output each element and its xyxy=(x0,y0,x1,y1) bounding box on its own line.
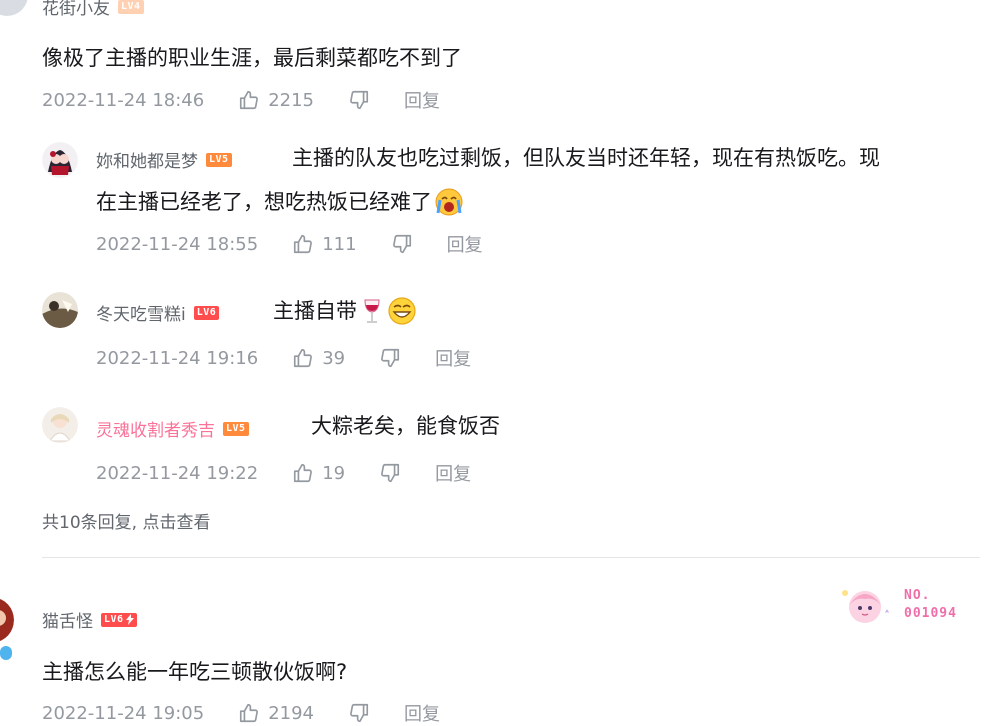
comment-date: 2022-11-24 18:46 xyxy=(42,89,205,111)
fan-badge: NO. 001094 xyxy=(836,583,957,627)
reply-text: 主播自带 xyxy=(273,294,417,328)
username[interactable]: 猫舌怪 xyxy=(42,607,93,632)
dislike-button[interactable] xyxy=(379,347,401,369)
reply-header: 妳和她都是梦 LV5 xyxy=(96,147,232,172)
comment-text: 主播怎么能一年吃三顿散伙饭啊? xyxy=(42,660,348,684)
comment-text: 像极了主播的职业生涯，最后剩菜都吃不到了 xyxy=(42,46,462,70)
comment-header: 猫舌怪 LV6 xyxy=(42,607,137,632)
username[interactable]: 冬天吃雪糕i xyxy=(96,300,186,325)
fan-badge-number: 001094 xyxy=(904,606,957,621)
thumbs-down-icon xyxy=(350,90,369,110)
thumbs-up-icon xyxy=(294,234,313,254)
like-button[interactable]: 111 xyxy=(292,233,357,255)
reply-date: 2022-11-24 18:55 xyxy=(96,233,259,255)
thumbs-up-icon xyxy=(294,348,313,368)
reply-date: 2022-11-24 19:22 xyxy=(96,462,259,484)
dislike-button[interactable] xyxy=(391,233,413,255)
like-count: 19 xyxy=(322,462,346,484)
reply-text-line-2: 在主播已经老了，想吃热饭已经难了 xyxy=(96,185,464,219)
reply-header: 灵魂收割者秀吉 LV5 xyxy=(96,416,249,441)
reply-meta: 2022-11-24 19:22 19 回复 xyxy=(96,460,471,486)
level-badge: LV5 xyxy=(223,421,249,436)
like-button[interactable]: 19 xyxy=(292,462,345,484)
avatar[interactable] xyxy=(42,292,78,328)
reply-meta: 2022-11-24 19:16 39 回复 xyxy=(96,345,471,371)
level-badge: LV4 xyxy=(118,0,144,14)
like-count: 111 xyxy=(322,233,357,255)
like-button[interactable]: 2194 xyxy=(238,702,314,724)
reply-text: 大粽老矣，能食饭否 xyxy=(311,414,500,438)
thumbs-up-icon xyxy=(294,463,313,483)
lightning-icon xyxy=(125,614,134,625)
reply-button[interactable]: 回复 xyxy=(435,460,471,486)
thumbs-up-icon xyxy=(240,703,259,723)
avatar[interactable] xyxy=(42,142,78,178)
level-badge: LV5 xyxy=(206,152,232,167)
dislike-button[interactable] xyxy=(379,462,401,484)
thumbs-down-icon xyxy=(381,348,400,368)
fan-badge-label: NO. xyxy=(904,588,931,603)
avatar[interactable] xyxy=(0,0,28,16)
level-badge: LV6 xyxy=(193,305,220,320)
divider xyxy=(42,557,980,558)
grin-emoji xyxy=(388,297,416,325)
reply-button[interactable]: 回复 xyxy=(404,700,440,726)
thumbs-down-icon xyxy=(350,703,369,723)
reply-button[interactable]: 回复 xyxy=(404,87,440,113)
avatar[interactable] xyxy=(0,598,14,642)
like-count: 2194 xyxy=(268,702,315,724)
view-more-replies[interactable]: 共10条回复, 点击查看 xyxy=(42,508,210,533)
like-button[interactable]: 2215 xyxy=(238,89,314,111)
dislike-button[interactable] xyxy=(348,702,370,724)
comment-meta: 2022-11-24 19:05 2194 回复 xyxy=(42,700,440,726)
reply-header: 冬天吃雪糕i LV6 xyxy=(96,300,220,325)
reply-text-line-1: 主播的队友也吃过剩饭，但队友当时还年轻，现在有热饭吃。现 xyxy=(292,146,880,170)
username[interactable]: 灵魂收割者秀吉 xyxy=(96,416,215,441)
like-count: 2215 xyxy=(268,89,315,111)
fan-badge-avatar xyxy=(842,590,889,623)
thumbs-down-icon xyxy=(392,234,411,254)
thumbs-up-icon xyxy=(240,90,259,110)
dislike-button[interactable] xyxy=(348,89,370,111)
avatar[interactable] xyxy=(42,407,78,443)
wine-glass-emoji xyxy=(364,299,380,323)
like-count: 39 xyxy=(322,347,346,369)
reply-meta: 2022-11-24 18:55 111 回复 xyxy=(96,231,483,257)
verified-badge xyxy=(0,646,12,660)
reply-date: 2022-11-24 19:16 xyxy=(96,347,259,369)
level-badge: LV6 xyxy=(101,612,137,627)
thumbs-down-icon xyxy=(381,463,400,483)
comment-header: 花街小友 LV4 xyxy=(42,0,144,19)
like-button[interactable]: 39 xyxy=(292,347,345,369)
comment-date: 2022-11-24 19:05 xyxy=(42,702,205,724)
reply-button[interactable]: 回复 xyxy=(447,231,483,257)
crying-emoji xyxy=(435,188,463,216)
username[interactable]: 花街小友 xyxy=(42,0,110,19)
comment-meta: 2022-11-24 18:46 2215 回复 xyxy=(42,87,440,113)
reply-button[interactable]: 回复 xyxy=(435,345,471,371)
username[interactable]: 妳和她都是梦 xyxy=(96,147,198,172)
